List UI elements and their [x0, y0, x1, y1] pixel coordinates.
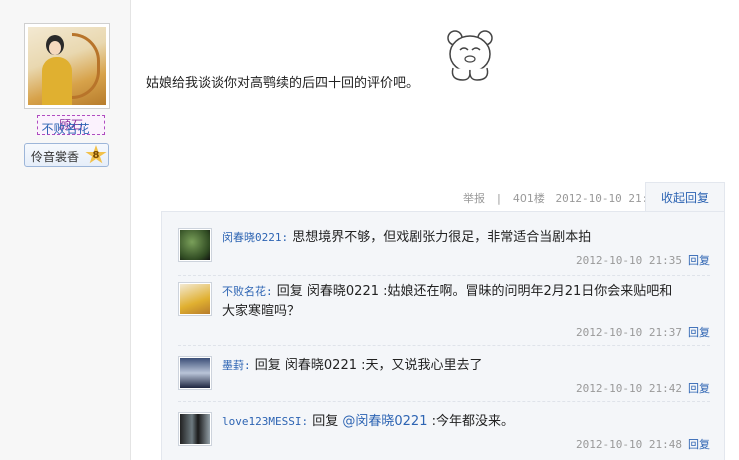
rank-badge[interactable]: 伶音裳香 8	[24, 143, 109, 167]
reply-author[interactable]: 不败名花:	[222, 285, 273, 298]
avatar[interactable]	[178, 282, 212, 316]
reply-time: 2012-10-10 21:48	[576, 438, 682, 451]
reply-author[interactable]: 墨葑:	[222, 359, 251, 372]
rank-level-star-icon: 8	[85, 145, 107, 164]
reply-text-end: :今年都没来。	[427, 414, 514, 429]
reply-time: 2012-10-10 21:42	[576, 382, 682, 395]
list-item: 不败名花: 回复 闵春晓0221 :姑娘还在啊。冒昧的问明年2月21日你会来贴吧…	[178, 276, 710, 346]
post-content: 姑娘给我谈谈你对高鹗续的后四十回的评价吧。	[146, 76, 420, 91]
list-item: love123MESSI: 回复 @闵春晓0221 :今年都没来。 2012-1…	[178, 402, 710, 458]
reply-meta: 2012-10-10 21:35 回复	[576, 252, 710, 268]
report-link[interactable]: 举报	[463, 192, 485, 205]
reply-text: 回复 闵春晓0221 :天，又说我心里去了	[254, 358, 483, 373]
post-meta: 举报 | 401楼 2012-10-10 21:31	[463, 192, 662, 205]
reply-text: 思想境界不够，但戏剧张力很足，非常适合当剧本拍	[292, 230, 592, 245]
author-name[interactable]: 不败名花	[0, 120, 131, 137]
reply-button[interactable]: 回复	[688, 438, 710, 451]
reply-meta: 2012-10-10 21:48 回复	[576, 436, 710, 452]
collapse-replies-button[interactable]: 收起回复	[645, 182, 725, 212]
reply-text: 回复	[312, 414, 343, 429]
avatar[interactable]	[178, 412, 212, 446]
reply-text: 回复 闵春晓0221 :姑娘还在啊。冒昧的问明年2月21日你会来贴吧和	[276, 284, 673, 299]
avatar-image	[28, 27, 106, 105]
smiley-emoticon-icon	[447, 30, 493, 81]
reply-author[interactable]: love123MESSI:	[222, 415, 308, 428]
reply-button[interactable]: 回复	[688, 382, 710, 395]
reply-meta: 2012-10-10 21:42 回复	[576, 380, 710, 396]
avatar[interactable]	[178, 228, 212, 262]
list-item: 闵春晓0221: 思想境界不够，但戏剧张力很足，非常适合当剧本拍 2012-10…	[178, 224, 710, 276]
author-avatar[interactable]: 顾石	[24, 23, 110, 135]
avatar[interactable]	[178, 356, 212, 390]
reply-button[interactable]: 回复	[688, 326, 710, 339]
reply-meta: 2012-10-10 21:37 回复	[576, 324, 710, 340]
reply-text-continued: 大家寒暄吗？	[222, 304, 301, 319]
reply-time: 2012-10-10 21:37	[576, 326, 682, 339]
floor-number: 401楼	[512, 192, 545, 205]
reply-button[interactable]: 回复	[688, 254, 710, 267]
author-sidebar: 顾石 不败名花 伶音裳香 8	[0, 0, 131, 460]
reply-list: 闵春晓0221: 思想境界不够，但戏剧张力很足，非常适合当剧本拍 2012-10…	[161, 211, 725, 460]
reply-author[interactable]: 闵春晓0221:	[222, 231, 288, 244]
rank-title: 伶音裳香	[31, 150, 80, 164]
reply-time: 2012-10-10 21:35	[576, 254, 682, 267]
list-item: 墨葑: 回复 闵春晓0221 :天，又说我心里去了 2012-10-10 21:…	[178, 346, 710, 402]
mention-link[interactable]: @闵春晓0221	[342, 414, 427, 429]
